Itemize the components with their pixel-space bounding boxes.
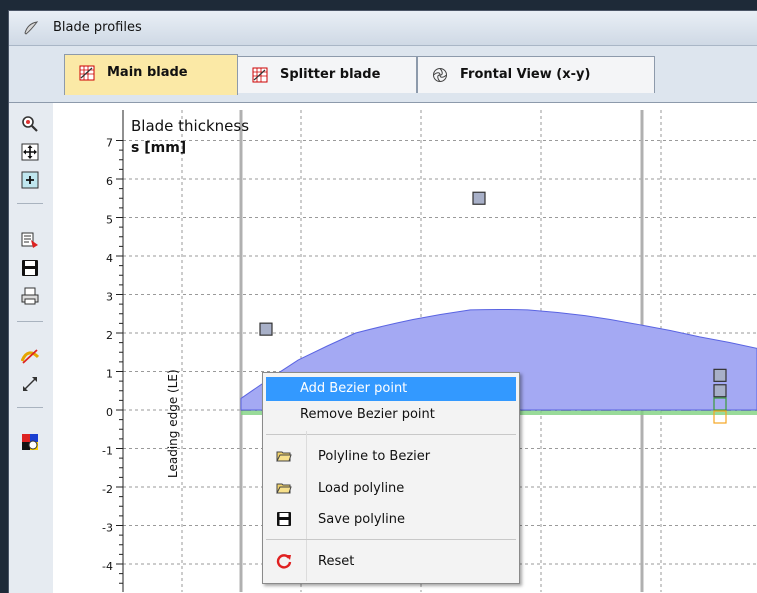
menu-item-reset[interactable]: Reset	[266, 550, 516, 574]
menu-item-label: Add Bezier point	[300, 381, 408, 396]
menu-item-label: Polyline to Bezier	[318, 449, 431, 464]
y-tick-label: 3	[106, 291, 113, 304]
folder-open-icon	[276, 451, 292, 462]
y-tick-label: 6	[106, 175, 113, 188]
y-tick-label: 5	[106, 214, 113, 227]
leading-edge-label: Leading edge (LE)	[166, 369, 180, 478]
bezier-handle[interactable]	[713, 368, 727, 382]
menu-item-save-polyline[interactable]: Save polyline	[266, 508, 516, 532]
y-ticks: 7 6 5 4 3 2 1 0 -1 -2 -3 -4	[102, 137, 123, 584]
context-menu: Add Bezier point Remove Bezier point Pol…	[262, 372, 520, 584]
reset-icon	[276, 554, 292, 569]
bezier-handle[interactable]	[259, 322, 273, 336]
y-unit-label: s [mm]	[131, 140, 186, 156]
y-tick-label: 1	[106, 368, 113, 381]
y-tick-label: -1	[102, 445, 113, 458]
y-tick-label: -2	[102, 483, 113, 496]
menu-item-polyline-to-bezier[interactable]: Polyline to Bezier	[266, 445, 516, 469]
y-tick-label: -4	[102, 560, 113, 573]
menu-item-add-bezier-point[interactable]: Add Bezier point	[266, 377, 516, 401]
menu-item-label: Load polyline	[318, 481, 405, 496]
menu-separator	[266, 434, 516, 435]
folder-open-icon	[276, 483, 292, 494]
menu-separator	[266, 539, 516, 540]
y-tick-label: 7	[106, 137, 113, 150]
menu-item-label: Remove Bezier point	[300, 407, 435, 422]
save-icon	[277, 512, 291, 526]
y-tick-label: 0	[106, 406, 113, 419]
y-tick-label: 4	[106, 252, 113, 265]
bezier-handle[interactable]	[472, 191, 486, 205]
plot-title: Blade thickness	[131, 117, 249, 135]
menu-item-load-polyline[interactable]: Load polyline	[266, 477, 516, 501]
bezier-handle[interactable]	[713, 384, 727, 398]
menu-item-label: Save polyline	[318, 512, 406, 527]
y-tick-label: -3	[102, 522, 113, 535]
menu-item-remove-bezier-point[interactable]: Remove Bezier point	[266, 403, 516, 427]
menu-item-label: Reset	[318, 554, 355, 569]
y-tick-label: 2	[106, 329, 113, 342]
